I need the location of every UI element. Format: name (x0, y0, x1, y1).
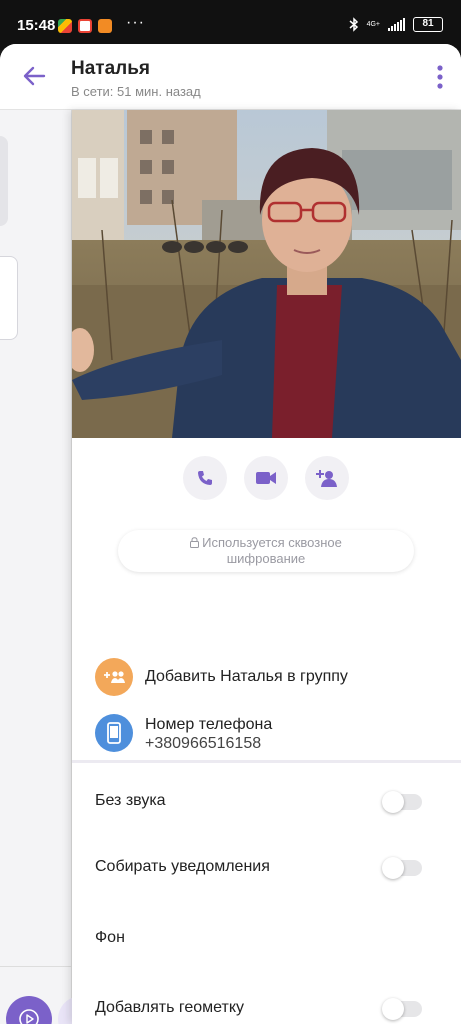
status-bar: 15:48 ··· 4G+ 81 (0, 0, 461, 50)
play-button[interactable] (6, 996, 52, 1024)
encryption-text-line1: Используется сквозное (202, 535, 342, 550)
phone-number-label: Номер телефона (145, 716, 273, 733)
profile-photo-image (72, 110, 461, 438)
bundle-notifications-toggle[interactable] (382, 857, 422, 879)
encryption-text-line2: шифрование (226, 551, 306, 566)
contact-name: Наталья (71, 58, 150, 79)
setting-background-label: Фон (95, 929, 125, 946)
lock-icon (190, 537, 200, 548)
more-options-icon[interactable] (435, 64, 445, 90)
setting-bundle-notifications-label: Собирать уведомления (95, 858, 270, 875)
phone-number-value: +380966516158 (145, 735, 262, 752)
add-to-group-row[interactable]: Добавить Наталья в группу (72, 658, 461, 706)
chat-background-panel (0, 110, 104, 1024)
contact-info-drawer: Используется сквозное шифрование Добавит… (72, 110, 461, 1024)
add-group-icon (95, 658, 133, 696)
setting-mute[interactable]: Без звука (72, 782, 461, 822)
setting-bundle-notifications[interactable]: Собирать уведомления (72, 848, 461, 888)
phone-icon (198, 471, 212, 485)
notification-icons (58, 19, 112, 33)
add-location-toggle[interactable] (382, 998, 422, 1020)
divider (0, 966, 72, 967)
section-divider (72, 760, 461, 763)
back-arrow-icon[interactable] (20, 62, 48, 90)
video-call-button[interactable] (244, 456, 288, 500)
call-button[interactable] (183, 456, 227, 500)
last-seen-status: В сети: 51 мин. назад (71, 84, 201, 99)
add-to-group-label: Добавить Наталья в группу (145, 668, 348, 685)
battery-icon: 81 (413, 17, 443, 32)
add-participant-button[interactable] (305, 456, 349, 500)
setting-mute-label: Без звука (95, 792, 166, 809)
play-store-icon (58, 19, 72, 33)
play-icon (19, 1009, 39, 1024)
message-bubble (0, 256, 18, 340)
status-time: 15:48 (17, 17, 56, 34)
mail-icon (98, 19, 112, 33)
setting-add-location-label: Добавлять геометку (95, 999, 245, 1016)
encryption-notice[interactable]: Используется сквозное шифрование (118, 530, 414, 572)
mobile-phone-icon (95, 714, 133, 752)
add-person-icon (316, 470, 337, 487)
message-bubble (0, 136, 8, 226)
phone-number-row[interactable]: Номер телефона +380966516158 (72, 714, 461, 762)
chat-info-header: Наталья В сети: 51 мин. назад (0, 44, 461, 110)
app-screen: Наталья В сети: 51 мин. назад Использует… (0, 44, 461, 1024)
more-notifications-icon: ··· (126, 14, 145, 31)
signal-icon (388, 18, 405, 31)
bluetooth-icon (349, 17, 358, 32)
gmail-icon (78, 19, 92, 33)
setting-background[interactable]: Фон (72, 919, 461, 959)
mute-toggle[interactable] (382, 791, 422, 813)
contact-photo[interactable] (72, 110, 461, 438)
contact-actions (72, 456, 461, 500)
network-type: 4G+ (366, 20, 380, 28)
setting-add-location[interactable]: Добавлять геометку (72, 989, 461, 1024)
video-camera-icon (256, 472, 276, 484)
